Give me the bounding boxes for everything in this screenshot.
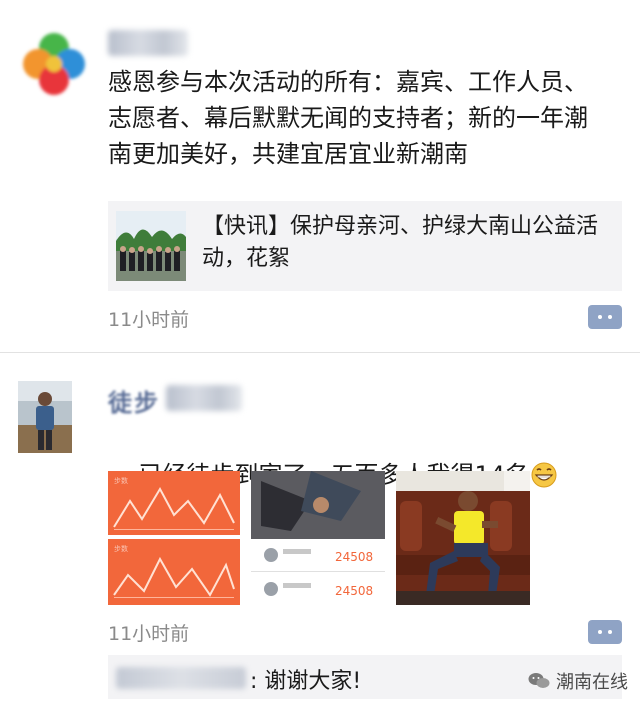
link-title: 【快讯】保护母亲河、护绿大南山公益活动，花絮: [202, 214, 599, 271]
rank-value: 24508: [335, 584, 373, 598]
grinning-face-icon: [531, 462, 557, 488]
post-text: 感恩参与本次活动的所有：嘉宾、工作人员、志愿者、幕后默默无闻的支持者；新的一年潮…: [108, 68, 588, 168]
step-panel-title: 步数: [114, 476, 128, 485]
moments-post: 徒步 已经徒步到家了、五百多人我得14名 步数 步数 24508: [0, 353, 640, 708]
man-sitting-photo[interactable]: [396, 471, 530, 605]
author-name-blurred: [166, 385, 242, 411]
post-timestamp: 11小时前: [108, 309, 190, 331]
watermark-text: 潮南在线: [556, 672, 628, 693]
rank-value: 24508: [335, 550, 373, 564]
commenter-name-blurred[interactable]: [116, 667, 246, 689]
dot-icon: [608, 630, 612, 634]
wechat-icon: [528, 673, 550, 688]
avatar[interactable]: [18, 28, 90, 100]
ranking-screenshot-photo[interactable]: 24508 24508: [251, 471, 385, 605]
dot-icon: [598, 315, 602, 319]
step-panel-title: 步数: [114, 544, 128, 553]
comment-text: : 谢谢大家!: [250, 669, 362, 694]
step-chart-photo[interactable]: 步数 步数: [108, 471, 240, 605]
dot-icon: [608, 315, 612, 319]
comment-button[interactable]: [588, 305, 622, 329]
dot-icon: [598, 630, 602, 634]
moments-post: 感恩参与本次活动的所有：嘉宾、工作人员、志愿者、幕后默默无闻的支持者；新的一年潮…: [0, 0, 640, 352]
avatar[interactable]: [18, 381, 72, 453]
author-name[interactable]: 徒步: [108, 383, 160, 418]
link-thumbnail: [116, 211, 186, 281]
shared-link-card[interactable]: 【快讯】保护母亲河、护绿大南山公益活动，花絮: [108, 201, 622, 291]
author-name-blurred[interactable]: [108, 30, 188, 56]
watermark: 潮南在线: [528, 668, 628, 694]
post-timestamp: 11小时前: [108, 623, 190, 645]
comment-button[interactable]: [588, 620, 622, 644]
